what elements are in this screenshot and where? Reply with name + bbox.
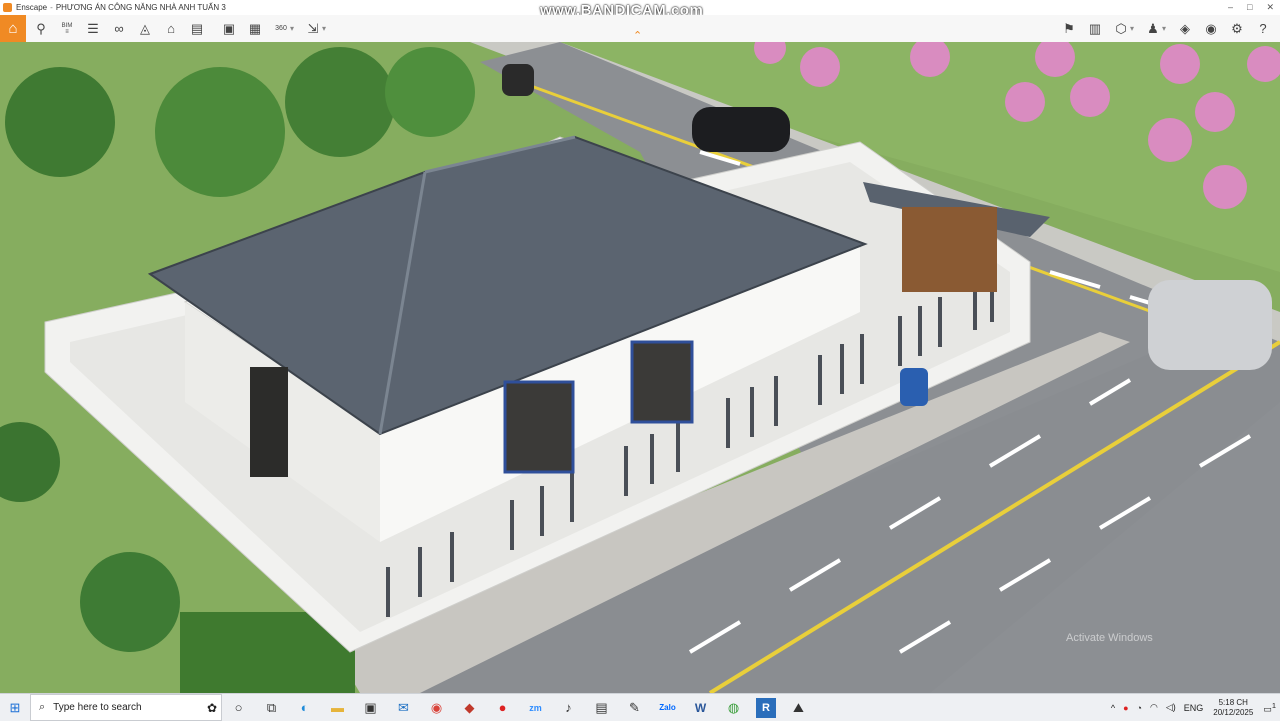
panorama-dropdown-icon[interactable]: ▾: [290, 24, 298, 33]
visibility-icon[interactable]: ◉: [1200, 18, 1222, 40]
taskbar-search[interactable]: ⌕ Type here to search ✿: [30, 694, 222, 721]
building-icon[interactable]: ⌂: [160, 18, 182, 40]
motorbike: [502, 64, 534, 96]
notification-icon[interactable]: ▭1: [1263, 701, 1276, 715]
binoculars-icon[interactable]: ∞: [108, 18, 130, 40]
file-explorer-icon[interactable]: ▬: [321, 694, 354, 721]
compass-icon[interactable]: ◬: [134, 18, 156, 40]
home-icon[interactable]: ⌂: [0, 15, 26, 42]
tray-app-icon[interactable]: ◔: [1137, 703, 1142, 713]
tree: [385, 47, 475, 137]
maximize-button[interactable]: □: [1247, 0, 1252, 15]
tray-overflow-icon[interactable]: ^: [1111, 703, 1115, 713]
chrome-icon[interactable]: ◉: [420, 694, 453, 721]
task-view-icon[interactable]: ⧉: [255, 694, 288, 721]
minimize-button[interactable]: –: [1228, 0, 1233, 15]
system-tray: ^ ● ◔ ◠ ◁) ENG 5:18 CH 20/12/2025 ▭1: [1107, 694, 1280, 721]
title-separator: -: [50, 3, 53, 12]
language-indicator[interactable]: ENG: [1184, 703, 1204, 713]
windows-start-icon[interactable]: ⊞: [0, 694, 30, 721]
pen-icon[interactable]: ✎: [618, 694, 651, 721]
help-icon[interactable]: ?: [1252, 18, 1274, 40]
people-dropdown-icon[interactable]: ▾: [1162, 24, 1170, 33]
people-icon[interactable]: ♟: [1142, 18, 1164, 40]
search-icon: ⌕: [39, 701, 46, 713]
tree: [155, 67, 285, 197]
settings-icon[interactable]: ⚙: [1226, 18, 1248, 40]
zalo-icon[interactable]: Zalo: [651, 694, 684, 721]
material-icon[interactable]: ◈: [1174, 18, 1196, 40]
wooden-gate: [902, 207, 997, 292]
clock[interactable]: 5:18 CH 20/12/2025: [1213, 698, 1253, 718]
window-controls: – □ ✕: [1228, 0, 1274, 15]
close-button[interactable]: ✕: [1266, 0, 1274, 15]
mailbox: [900, 368, 928, 406]
window: [630, 340, 694, 424]
batch-render-icon[interactable]: ▦: [244, 18, 266, 40]
scene-render: [0, 42, 1280, 693]
black-car: [692, 107, 790, 152]
activate-windows-watermark: Activate Windows: [1066, 632, 1153, 644]
store-icon[interactable]: ▣: [354, 694, 387, 721]
clock-date: 20/12/2025: [1213, 707, 1254, 717]
sketchup-icon[interactable]: ◆: [453, 694, 486, 721]
game-icon[interactable]: ◍: [717, 694, 750, 721]
search-placeholder: Type here to search: [53, 702, 142, 713]
volume-icon[interactable]: ◁): [1166, 702, 1176, 713]
bim-icon[interactable]: BIM ≡: [56, 18, 78, 40]
tiktok-icon[interactable]: ♪: [552, 694, 585, 721]
silver-suv: [1148, 280, 1272, 370]
record-icon[interactable]: ●: [486, 694, 519, 721]
search-highlight-icon: ✿: [206, 700, 217, 715]
clapperboard-icon[interactable]: ▤: [186, 18, 208, 40]
project-title: PHƯƠNG ÁN CÔNG NĂNG NHÀ ANH TUẤN 3: [55, 3, 226, 12]
export-icon[interactable]: ⇲: [302, 18, 324, 40]
screenshot-icon[interactable]: ▣: [218, 18, 240, 40]
tree: [5, 67, 115, 177]
map-icon[interactable]: ⚑: [1058, 18, 1080, 40]
door: [250, 367, 288, 477]
enscape-icon[interactable]: ⛰: [782, 694, 815, 721]
collapse-toolbar-icon[interactable]: ⌃: [633, 29, 642, 42]
mail-icon[interactable]: ✉: [387, 694, 420, 721]
render-viewport[interactable]: Activate Windows: [0, 42, 1280, 693]
word-icon[interactable]: W: [684, 694, 717, 721]
cube-dropdown-icon[interactable]: ▾: [1130, 24, 1138, 33]
cortana-icon[interactable]: ○: [222, 694, 255, 721]
list-icon[interactable]: ☰: [82, 18, 104, 40]
tree: [285, 47, 395, 157]
enscape-logo-icon: [3, 3, 12, 12]
clock-time: 5:18 CH: [1218, 697, 1248, 707]
panorama-icon[interactable]: 360: [270, 18, 292, 40]
palm-tree: [80, 552, 180, 652]
export-dropdown-icon[interactable]: ▾: [322, 24, 330, 33]
pin-icon[interactable]: ⚲: [30, 18, 52, 40]
app-name: Enscape: [16, 3, 48, 12]
tray-record-icon[interactable]: ●: [1123, 703, 1128, 713]
revit-icon[interactable]: R: [756, 697, 776, 718]
taskbar: ⊞ ⌕ Type here to search ✿ ○ ⧉ ◐ ▬ ▣ ✉ ◉ …: [0, 693, 1280, 721]
toolbar-right: ⚑ ▥ ⬡ ▾ ♟ ▾ ◈ ◉ ⚙ ?: [1054, 15, 1274, 42]
window: [503, 380, 575, 474]
edge-icon[interactable]: ◐: [288, 694, 321, 721]
network-icon[interactable]: ◠: [1150, 702, 1158, 713]
asset-library-icon[interactable]: ▥: [1084, 18, 1106, 40]
notification-count: 1: [1271, 700, 1276, 710]
calculator-icon[interactable]: ▤: [585, 694, 618, 721]
cube-icon[interactable]: ⬡: [1110, 18, 1132, 40]
zoom-icon[interactable]: zm: [519, 694, 552, 721]
